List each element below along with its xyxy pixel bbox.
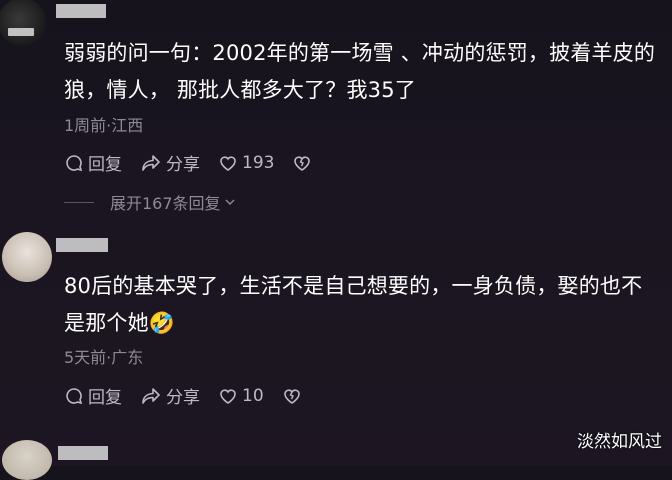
username-redacted bbox=[56, 4, 106, 18]
laughing-emoji: 🤣 bbox=[148, 311, 176, 335]
comment-text: 弱弱的问一句：2002年的第一场雪 、冲动的惩罚，披着羊皮的 狼，情人， 那批人… bbox=[64, 41, 656, 102]
reply-button[interactable]: 回复 bbox=[64, 150, 122, 175]
heart-icon bbox=[220, 388, 236, 404]
avatar[interactable] bbox=[0, 0, 46, 46]
username-redacted bbox=[58, 446, 108, 460]
reply-button[interactable]: 回复 bbox=[64, 383, 122, 408]
reply-icon bbox=[66, 154, 83, 171]
reply-label: 回复 bbox=[88, 388, 122, 408]
comment-meta: 5天前·广东 bbox=[64, 348, 144, 367]
divider bbox=[64, 201, 94, 203]
reply-label: 回复 bbox=[88, 155, 122, 175]
dislike-button[interactable] bbox=[282, 386, 306, 406]
like-button[interactable]: 10 bbox=[218, 386, 264, 406]
like-count: 10 bbox=[242, 385, 264, 406]
dislike-button[interactable] bbox=[292, 153, 316, 173]
avatar[interactable] bbox=[2, 440, 52, 480]
chevron-down-icon bbox=[225, 199, 235, 205]
avatar[interactable] bbox=[2, 232, 52, 282]
username-redacted bbox=[56, 238, 108, 252]
share-button[interactable]: 分享 bbox=[140, 150, 200, 175]
comment-meta: 1周前·江西 bbox=[64, 116, 144, 135]
like-count: 193 bbox=[242, 152, 275, 173]
share-icon bbox=[142, 387, 160, 404]
share-button[interactable]: 分享 bbox=[140, 383, 200, 408]
expand-replies-label: 展开167条回复 bbox=[110, 194, 221, 213]
share-label: 分享 bbox=[166, 388, 200, 408]
broken-heart-icon bbox=[294, 155, 311, 171]
share-label: 分享 bbox=[166, 155, 200, 175]
like-button[interactable]: 193 bbox=[218, 153, 274, 173]
broken-heart-icon bbox=[283, 388, 300, 404]
comment-actions: 回复 分享 193 bbox=[64, 150, 334, 175]
comment-text: 80后的基本哭了，生活不是自己想要的，一身负债，娶的也不 是那个她🤣 bbox=[64, 274, 643, 335]
watermark: 淡然如风过 bbox=[577, 432, 662, 452]
heart-icon bbox=[220, 155, 236, 171]
comment-actions: 回复 分享 10 bbox=[64, 383, 324, 408]
reply-icon bbox=[66, 387, 83, 404]
avatar-logo bbox=[8, 28, 34, 36]
expand-replies[interactable]: 展开167条回复 bbox=[64, 190, 237, 214]
share-icon bbox=[142, 154, 160, 171]
